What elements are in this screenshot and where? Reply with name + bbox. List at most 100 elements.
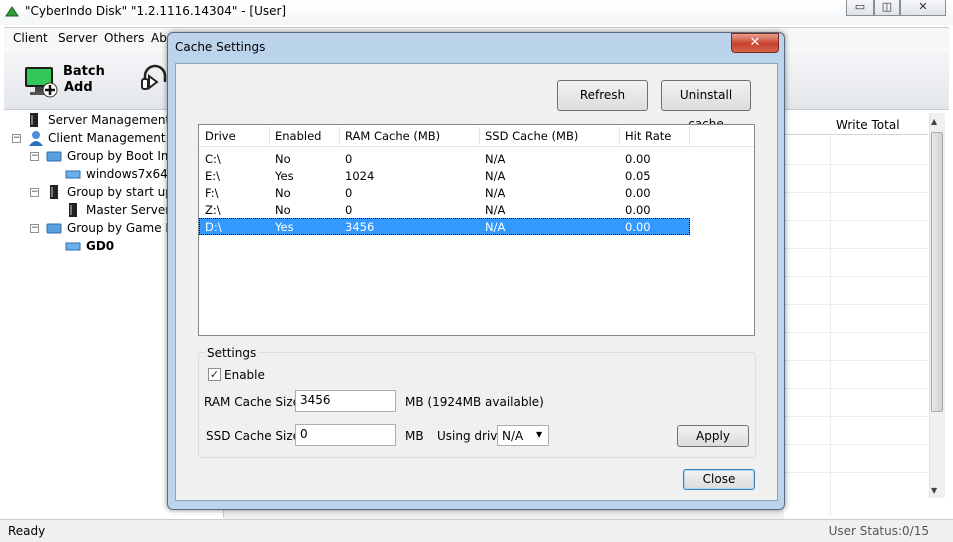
column-drive[interactable]: Drive [205,129,236,143]
close-icon: ✕ [749,35,761,50]
cell-hit-rate: 0.00 [625,186,651,200]
cell-ram: 0 [345,203,353,217]
cell-drive: F:\ [205,186,219,200]
column-ram-cache[interactable]: RAM Cache (MB) [345,129,440,143]
cell-drive: E:\ [205,169,221,183]
tree-label: Group by start up s [67,185,183,199]
collapse-group-startup[interactable]: − [30,188,39,197]
batch-add-label-2: Add [64,80,93,95]
list-header: Drive Enabled RAM Cache (MB) SSD Cache (… [199,125,754,147]
ram-cache-size-label: RAM Cache Size [204,395,300,409]
ram-cache-size-input[interactable]: 3456 [295,390,396,412]
menu-others[interactable]: Others [104,31,144,45]
cell-ram: 1024 [345,169,375,183]
batch-add-button[interactable]: Batch Add [20,62,140,102]
collapse-group-game[interactable]: − [30,224,39,233]
table-row[interactable]: C:\ No 0 N/A 0.00 [199,150,690,167]
menu-server[interactable]: Server [58,31,97,45]
ssd-cache-size-label: SSD Cache Size [206,429,301,443]
game-disk-icon [65,242,81,251]
cell-enabled: No [275,152,291,166]
server-icon [30,113,38,127]
ssd-cache-unit: MB [405,429,424,443]
table-row[interactable]: Z:\ No 0 N/A 0.00 [199,201,690,218]
user-status: User Status:0/15 [828,524,929,538]
collapse-client-management[interactable]: − [12,134,21,143]
app-logo-icon [5,6,19,17]
column-enabled[interactable]: Enabled [275,129,321,143]
close-button[interactable]: Close [683,469,755,490]
cell-enabled: Yes [275,169,294,183]
drive-group-icon [46,223,62,234]
grid-rows [784,136,928,516]
users-icon [29,131,43,146]
window-title: "CyberIndo Disk" "1.2.1116.14304" - [Use… [25,4,287,18]
cell-ram: 3456 [345,220,375,234]
cell-hit-rate: 0.00 [625,203,651,217]
column-hit-rate[interactable]: Hit Rate [625,129,671,143]
server-icon [50,185,58,199]
cell-ssd: N/A [485,186,506,200]
server-icon [69,203,77,217]
drive-group-icon [46,151,62,162]
ram-cache-unit: MB (1924MB available) [405,395,544,409]
collapse-group-boot[interactable]: − [30,152,39,161]
close-window-button[interactable]: ✕ [900,0,946,16]
tree-label: GD0 [86,239,115,253]
cell-enabled: Yes [275,220,294,234]
scroll-down-icon[interactable]: ▼ [931,486,937,495]
disk-image-icon [65,170,81,179]
tree-label: Server Management [48,113,171,127]
cell-hit-rate: 0.00 [625,220,651,234]
cell-drive: D:\ [205,220,222,234]
cell-ssd: N/A [485,152,506,166]
cell-hit-rate: 0.05 [625,169,651,183]
uninstall-cache-button[interactable]: Uninstall cache [661,80,751,131]
tree-label: windows7x64 [86,167,168,181]
ssd-cache-size-input[interactable]: 0 [295,424,396,446]
table-row-selected[interactable]: D:\ Yes 3456 N/A 0.00 [199,218,690,235]
scrollbar-thumb[interactable] [931,132,943,412]
cell-enabled: No [275,203,291,217]
cell-ssd: N/A [485,220,506,234]
refresh-button[interactable]: Refresh [557,80,648,111]
menu-about[interactable]: Ab [151,31,167,45]
minimize-icon: ▭ [854,0,866,13]
maximize-button[interactable]: ◫ [874,0,900,16]
drive-cache-list[interactable]: Drive Enabled RAM Cache (MB) SSD Cache (… [198,124,755,336]
using-drive-select[interactable]: N/A ▼ [497,425,549,446]
cell-drive: C:\ [205,152,221,166]
checkmark-icon: ✓ [209,368,220,381]
settings-legend: Settings [205,346,259,360]
cell-ssd: N/A [485,169,506,183]
cell-ram: 0 [345,152,353,166]
tree-label: Client Management [48,131,166,145]
cell-drive: Z:\ [205,203,221,217]
using-drive-value: N/A [502,429,524,443]
enable-label[interactable]: Enable [224,368,265,382]
close-icon: ✕ [918,0,928,13]
scroll-up-icon[interactable]: ▲ [931,117,937,126]
headset-icon[interactable] [141,64,169,94]
table-row[interactable]: E:\ Yes 1024 N/A 0.05 [199,167,690,184]
tree-label: Group by Boot Ima [67,149,180,163]
enable-checkbox[interactable]: ✓ [208,368,221,381]
cell-enabled: No [275,186,291,200]
maximize-icon: ◫ [881,0,893,13]
column-write-total[interactable]: Write Total [836,118,900,132]
status-bar [0,519,953,542]
status-text: Ready [8,524,46,538]
column-ssd-cache[interactable]: SSD Cache (MB) [485,129,578,143]
dialog-close-button[interactable]: ✕ [731,33,779,53]
menu-client[interactable]: Client [13,31,48,45]
cell-ssd: N/A [485,203,506,217]
minimize-button[interactable]: ▭ [846,0,874,16]
cell-ram: 0 [345,186,353,200]
dialog-title: Cache Settings [175,40,266,54]
apply-button[interactable]: Apply [677,425,749,447]
cell-hit-rate: 0.00 [625,152,651,166]
using-drive-label: Using drive [437,429,505,443]
monitor-add-icon [25,67,58,98]
batch-add-label-1: Batch [63,64,105,79]
table-row[interactable]: F:\ No 0 N/A 0.00 [199,184,690,201]
